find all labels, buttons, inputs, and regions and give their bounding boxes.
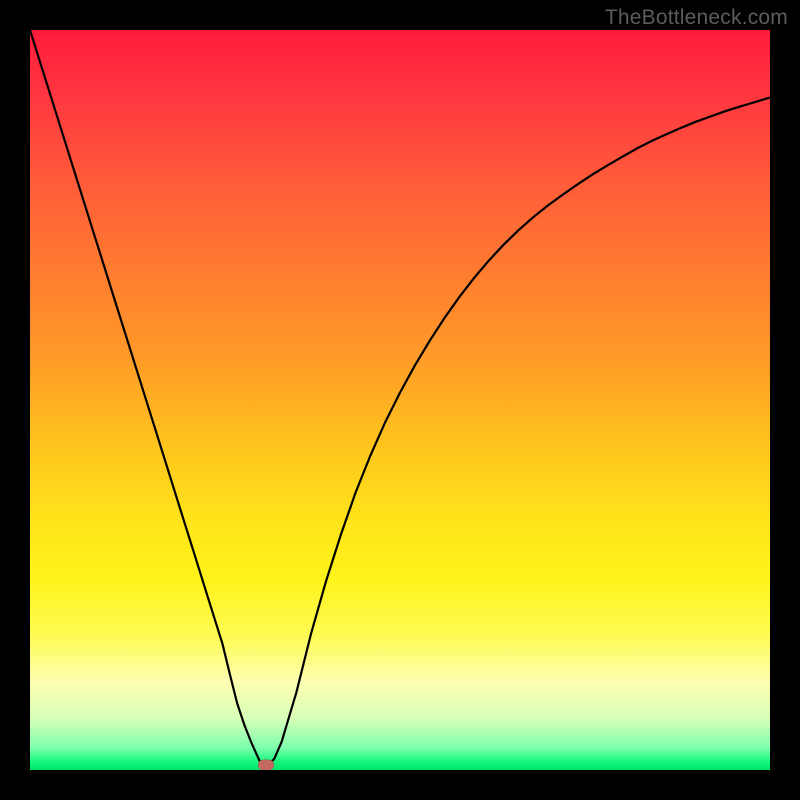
bottleneck-curve-path — [30, 30, 770, 766]
optimum-marker — [258, 760, 274, 771]
plot-area — [30, 30, 770, 770]
curve-svg — [30, 30, 770, 770]
chart-frame: TheBottleneck.com — [0, 0, 800, 800]
watermark-text: TheBottleneck.com — [605, 6, 788, 30]
